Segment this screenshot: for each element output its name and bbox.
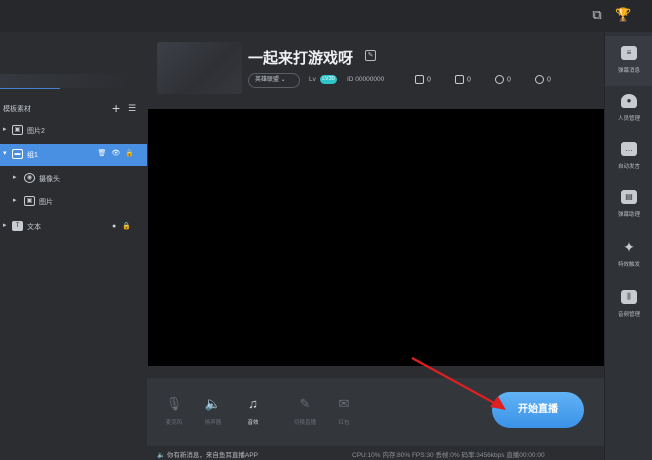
annotation-arrow (411, 357, 506, 410)
